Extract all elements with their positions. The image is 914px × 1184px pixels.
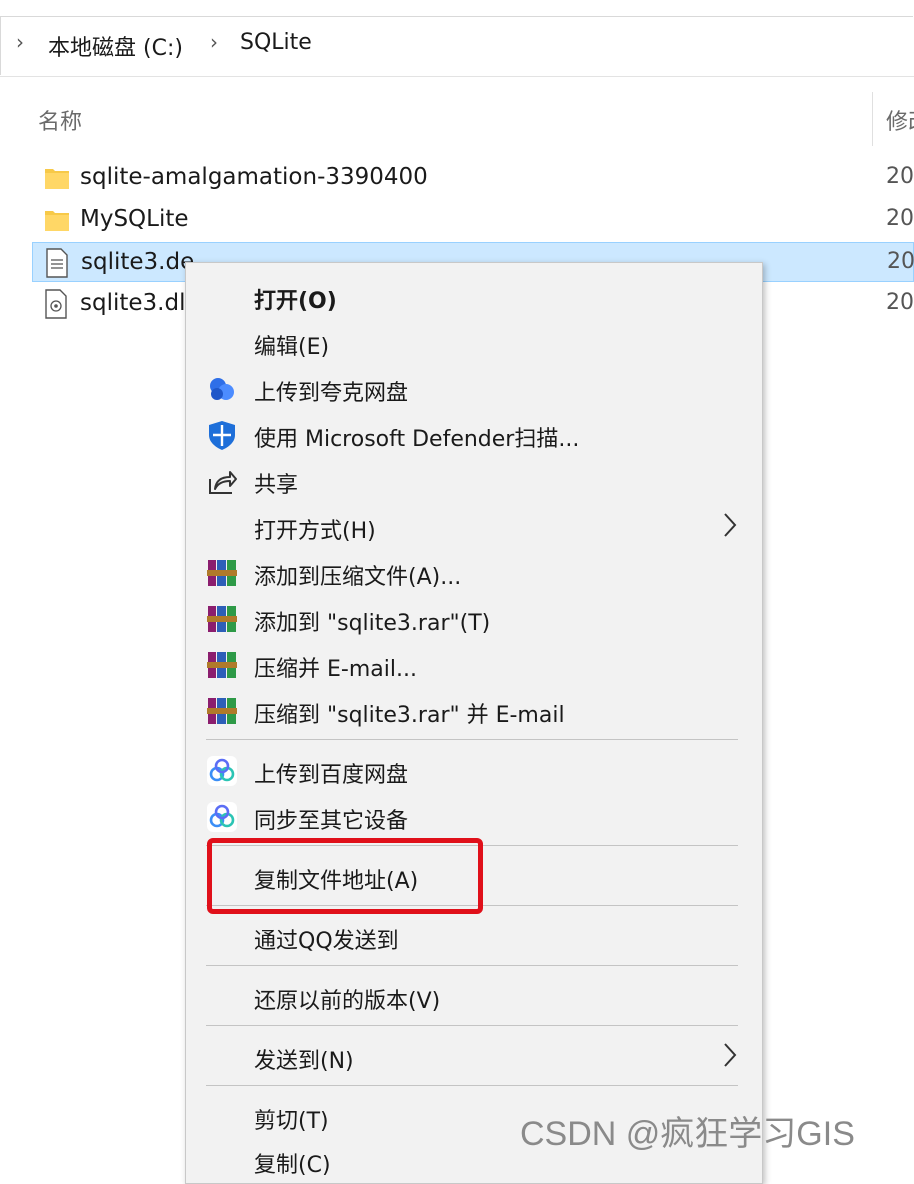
- menu-item-label: 压缩并 E-mail...: [254, 657, 417, 682]
- file-name: sqlite3.de: [81, 249, 195, 275]
- menu-item-upload-quark[interactable]: 上传到夸克网盘: [186, 367, 762, 409]
- menu-item-open-with[interactable]: 打开方式(H): [186, 505, 762, 547]
- winrar-icon: [207, 560, 237, 586]
- menu-item-open[interactable]: 打开(O): [186, 275, 762, 317]
- menu-item-label: 剪切(T): [254, 1109, 329, 1134]
- menu-item-share[interactable]: 共享: [186, 459, 762, 501]
- baidu-netdisk-icon: [207, 756, 237, 786]
- file-row[interactable]: MySQLite 20: [32, 200, 914, 240]
- file-name: sqlite3.dl: [80, 290, 186, 316]
- share-icon: [209, 471, 237, 494]
- address-bar[interactable]: › 本地磁盘 (C:) › SQLite: [0, 0, 914, 77]
- menu-item-compress-email[interactable]: 压缩并 E-mail...: [186, 643, 762, 685]
- column-header-modified[interactable]: 修改: [886, 104, 914, 136]
- menu-separator: [206, 1025, 738, 1026]
- menu-item-label: 复制(C): [254, 1153, 331, 1178]
- column-header-name[interactable]: 名称: [38, 104, 82, 136]
- menu-item-label: 压缩到 "sqlite3.rar" 并 E-mail: [254, 703, 565, 728]
- folder-icon: [45, 169, 69, 189]
- defender-shield-icon: [209, 421, 235, 450]
- menu-separator: [206, 965, 738, 966]
- menu-item-label: 发送到(N): [254, 1049, 354, 1074]
- menu-item-label: 通过QQ发送到: [254, 929, 399, 954]
- highlight-box: [207, 838, 483, 914]
- submenu-chevron-right-icon: [724, 1043, 737, 1067]
- breadcrumb-chevron-icon[interactable]: ›: [16, 30, 24, 54]
- column-divider[interactable]: [872, 92, 873, 146]
- breadcrumb-item-drive[interactable]: 本地磁盘 (C:): [48, 30, 183, 62]
- winrar-icon: [207, 698, 237, 724]
- menu-item-defender-scan[interactable]: 使用 Microsoft Defender扫描...: [186, 413, 762, 455]
- baidu-netdisk-icon: [207, 802, 237, 832]
- watermark-text: CSDN @疯狂学习GIS: [520, 1115, 855, 1153]
- winrar-icon: [207, 652, 237, 678]
- text-file-icon: [46, 248, 68, 278]
- menu-item-label: 使用 Microsoft Defender扫描...: [254, 427, 580, 452]
- file-name: sqlite-amalgamation-3390400: [80, 164, 428, 190]
- menu-item-label: 上传到百度网盘: [254, 763, 409, 788]
- menu-item-add-to-rar[interactable]: 添加到 "sqlite3.rar"(T): [186, 597, 762, 639]
- menu-item-label: 打开方式(H): [254, 519, 376, 544]
- menu-separator: [206, 1085, 738, 1086]
- menu-separator: [206, 739, 738, 740]
- menu-item-send-via-qq[interactable]: 通过QQ发送到: [186, 915, 762, 957]
- file-date: 20: [886, 290, 914, 315]
- menu-item-label: 同步至其它设备: [254, 809, 409, 834]
- menu-item-compress-rar-email[interactable]: 压缩到 "sqlite3.rar" 并 E-mail: [186, 689, 762, 731]
- file-row[interactable]: sqlite-amalgamation-3390400 20: [32, 158, 914, 198]
- dll-file-icon: [45, 289, 67, 319]
- file-date: 20: [886, 206, 914, 231]
- menu-item-edit[interactable]: 编辑(E): [186, 321, 762, 363]
- menu-item-label: 打开(O): [254, 289, 337, 314]
- submenu-chevron-right-icon: [724, 513, 737, 537]
- winrar-icon: [207, 606, 237, 632]
- context-menu: 打开(O) 编辑(E) 上传到夸克网盘 使用 Microsoft Defende…: [185, 262, 763, 1184]
- menu-item-label: 上传到夸克网盘: [254, 381, 409, 406]
- menu-item-add-to-archive[interactable]: 添加到压缩文件(A)...: [186, 551, 762, 593]
- menu-item-sync-devices[interactable]: 同步至其它设备: [186, 795, 762, 837]
- menu-item-label: 添加到 "sqlite3.rar"(T): [254, 611, 491, 636]
- quark-cloud-icon: [210, 378, 234, 400]
- folder-icon: [45, 211, 69, 231]
- menu-item-send-to[interactable]: 发送到(N): [186, 1035, 762, 1077]
- file-date: 20: [886, 164, 914, 189]
- menu-item-label: 编辑(E): [254, 335, 330, 360]
- file-date: 20: [887, 249, 914, 274]
- menu-item-label: 还原以前的版本(V): [254, 989, 441, 1014]
- breadcrumb-item-folder[interactable]: SQLite: [240, 30, 312, 55]
- menu-item-label: 添加到压缩文件(A)...: [254, 565, 462, 590]
- menu-item-restore-previous[interactable]: 还原以前的版本(V): [186, 975, 762, 1017]
- menu-item-label: 共享: [254, 473, 299, 498]
- file-name: MySQLite: [80, 206, 189, 232]
- breadcrumb-chevron-icon[interactable]: ›: [210, 30, 218, 54]
- menu-item-upload-baidu[interactable]: 上传到百度网盘: [186, 749, 762, 791]
